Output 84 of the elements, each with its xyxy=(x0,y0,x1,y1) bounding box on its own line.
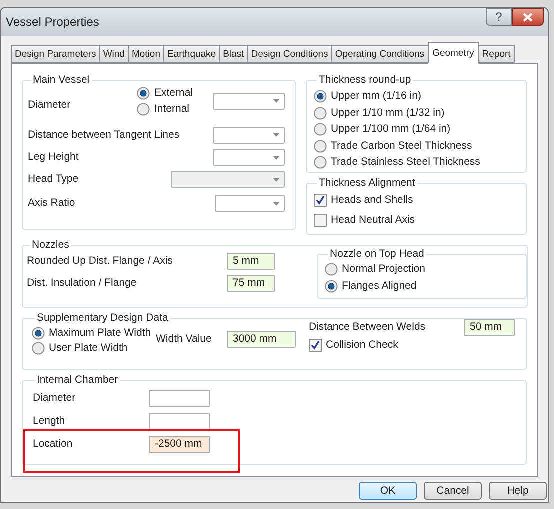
radio-label: Trade Stainless Steel Thickness xyxy=(331,156,480,169)
group-title: Thickness Alignment xyxy=(318,177,416,190)
field-value: 75 mm xyxy=(233,277,266,290)
input-field[interactable]: 5 mm xyxy=(227,253,275,270)
radio-label: Flanges Aligned xyxy=(342,280,417,293)
tab[interactable]: Motion xyxy=(128,45,164,63)
field-value: 50 mm xyxy=(470,321,502,334)
checkbox[interactable] xyxy=(309,339,322,352)
checkbox[interactable] xyxy=(314,194,327,207)
close-icon xyxy=(523,12,533,22)
dropdown[interactable] xyxy=(213,149,285,166)
radio-button[interactable] xyxy=(32,342,45,355)
input-field[interactable]: -2500 mm xyxy=(149,436,210,453)
radio-button[interactable] xyxy=(325,280,338,293)
field-label: Distance between Tangent Lines xyxy=(28,128,180,142)
field-value: 3000 mm xyxy=(233,332,277,346)
help-button[interactable]: ? xyxy=(486,8,512,26)
radio-label: Internal xyxy=(154,102,190,116)
tab[interactable]: Report xyxy=(478,45,515,63)
input-field[interactable] xyxy=(149,413,210,430)
input-field[interactable]: 3000 mm xyxy=(227,330,296,348)
group-title: Nozzles xyxy=(31,239,70,252)
field-label: Dist. Insulation / Flange xyxy=(27,277,138,290)
radio-label: Upper 1/10 mm (1/32 in) xyxy=(331,106,445,120)
field-label: Head Type xyxy=(28,173,79,186)
input-field[interactable]: 50 mm xyxy=(464,319,515,336)
radio-label: Normal Projection xyxy=(342,263,426,276)
tab[interactable]: Earthquake xyxy=(163,45,220,63)
field-value: -2500 mm xyxy=(155,438,202,451)
radio-label: User Plate Width xyxy=(49,342,128,355)
field-label: Diameter xyxy=(28,98,71,112)
caret-icon xyxy=(273,202,280,206)
field-label: Leg Height xyxy=(28,151,79,164)
close-button[interactable] xyxy=(512,8,544,26)
tab[interactable]: Wind xyxy=(99,45,129,63)
caret-icon xyxy=(273,133,280,137)
radio-button[interactable] xyxy=(314,140,327,152)
tab[interactable]: Design Parameters xyxy=(11,45,100,63)
checkbox[interactable] xyxy=(314,214,327,227)
radio-label: External xyxy=(154,86,193,100)
field-label: Axis Ratio xyxy=(28,197,76,210)
field-label: Length xyxy=(33,415,66,428)
radio-button[interactable] xyxy=(314,123,327,136)
radio-button[interactable] xyxy=(314,156,327,169)
group-title: Nozzle on Top Head xyxy=(329,248,426,261)
group-title: Main Vessel xyxy=(32,74,91,87)
dropdown[interactable] xyxy=(213,126,285,144)
group-title: Supplementary Design Data xyxy=(36,312,170,325)
caret-icon xyxy=(273,99,280,103)
input-field[interactable]: 75 mm xyxy=(227,275,275,292)
radio-button[interactable] xyxy=(314,106,327,120)
radio-button[interactable] xyxy=(325,263,338,276)
field-label: Width Value xyxy=(156,332,213,346)
radio-label: Upper 1/100 mm (1/64 in) xyxy=(331,123,451,136)
checkbox-label: Head Neutral Axis xyxy=(331,214,416,227)
checkbox-label: Heads and Shells xyxy=(331,194,414,207)
tab[interactable]: Geometry xyxy=(428,42,480,64)
caret-icon xyxy=(273,156,280,160)
field-label: Location xyxy=(33,438,74,451)
group-title: Thickness round-up xyxy=(318,74,412,87)
field-value: 5 mm xyxy=(233,255,260,268)
dialog-button[interactable]: Cancel xyxy=(424,482,482,500)
radio-button[interactable] xyxy=(314,90,327,103)
caret-icon xyxy=(273,178,280,182)
field-label: Distance Between Welds xyxy=(309,321,427,334)
radio-button[interactable] xyxy=(137,102,150,116)
tab[interactable]: Design Conditions xyxy=(247,45,332,63)
dialog-button[interactable]: Help xyxy=(489,482,547,500)
field-label: Rounded Up Dist. Flange / Axis xyxy=(27,255,174,268)
field-label: Diameter xyxy=(33,392,77,405)
radio-button[interactable] xyxy=(137,86,150,100)
radio-label: Maximum Plate Width xyxy=(49,327,152,340)
dropdown[interactable] xyxy=(215,195,285,212)
input-field[interactable] xyxy=(149,390,210,407)
tab[interactable]: Blast xyxy=(219,45,248,63)
window-title: Vessel Properties xyxy=(6,16,100,28)
dialog-button[interactable]: OK xyxy=(359,482,417,500)
dropdown[interactable] xyxy=(213,92,285,110)
checkbox-label: Collision Check xyxy=(326,339,398,352)
radio-label: Trade Carbon Steel Thickness xyxy=(331,140,472,152)
tab[interactable]: Operating Conditions xyxy=(331,45,429,63)
radio-button[interactable] xyxy=(32,327,45,340)
group-title: Internal Chamber xyxy=(36,374,120,387)
radio-label: Upper mm (1/16 in) xyxy=(331,90,422,103)
